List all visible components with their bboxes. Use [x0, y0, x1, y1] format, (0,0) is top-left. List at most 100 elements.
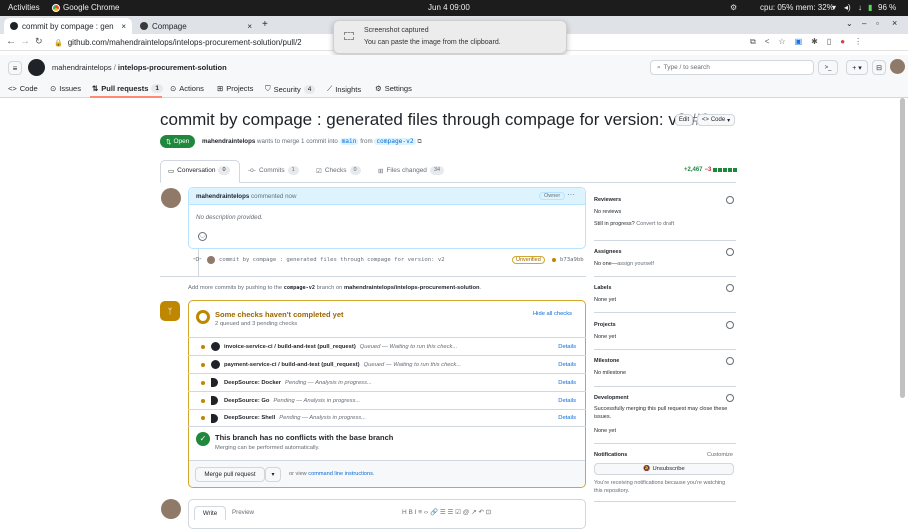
labels-gear-icon[interactable] [726, 284, 734, 292]
write-tab[interactable]: Write [194, 506, 226, 520]
add-reaction-icon[interactable]: ◡ [198, 232, 207, 241]
comment-avatar[interactable] [161, 188, 181, 208]
unverified-badge[interactable]: Unverified [512, 256, 545, 264]
preview-tab[interactable]: Preview [232, 509, 254, 516]
actions-icon: ⊙ [170, 84, 177, 93]
copy-icon[interactable]: ⧉ [417, 138, 421, 145]
cli-instructions-link[interactable]: command line instructions [308, 471, 373, 477]
puzzle-icon[interactable]: ✱ [811, 37, 818, 47]
wifi-icon[interactable]: ▾ [832, 3, 836, 12]
reload-icon[interactable]: ↻ [35, 36, 43, 47]
github-logo-icon[interactable] [28, 59, 45, 76]
tab-search-icon[interactable]: ⌄ [846, 19, 853, 28]
customize-link[interactable]: Customize [707, 452, 733, 458]
pr-author[interactable]: mahendraintelops [202, 138, 255, 145]
comment-author[interactable]: mahendraintelops [196, 193, 249, 200]
merge-options-dropdown[interactable]: ▾ [265, 467, 281, 482]
search-input[interactable]: ⌕ Type / to search [650, 60, 814, 75]
tab-code[interactable]: <> Code [8, 84, 38, 93]
profile-avatar[interactable]: ● [840, 37, 845, 47]
clock[interactable]: Jun 4 09:00 [428, 3, 470, 12]
activities-button[interactable]: Activities [8, 3, 40, 12]
battery-icon[interactable]: ▮ [868, 3, 872, 12]
editor-toolbar[interactable]: H B I ≡ ‹› 🔗 ☰ ☰ ☑ @ ↗ ↶ ⊡ [402, 508, 491, 516]
tab-conversation[interactable]: ▭ Conversation 0 [168, 166, 230, 175]
open-in-app-icon[interactable]: ⧉ [750, 37, 756, 47]
command-palette-icon[interactable]: >_ [818, 60, 838, 75]
base-branch[interactable]: main [339, 138, 359, 145]
back-icon[interactable]: ← [6, 36, 16, 47]
head-branch[interactable]: compage-v2 [374, 138, 416, 145]
close-window-icon[interactable]: × [892, 18, 897, 28]
commit-sha[interactable]: b73a9bb [560, 257, 584, 263]
reviewers-gear-icon[interactable] [726, 196, 734, 204]
breadcrumb-repo[interactable]: intelops-procurement-solution [118, 63, 227, 72]
check-details-link[interactable]: Details [558, 380, 576, 386]
merge-pull-request-button[interactable]: Merge pull request [195, 467, 265, 482]
development-gear-icon[interactable] [726, 394, 734, 402]
tab-settings[interactable]: ⚙ Settings [375, 84, 412, 93]
projects-heading[interactable]: Projects [594, 322, 616, 328]
tab-projects[interactable]: ⊞ Projects [217, 84, 253, 93]
merge-summary: mahendraintelops wants to merge 1 commit… [202, 138, 422, 146]
check-details-link[interactable]: Details [558, 415, 576, 421]
new-tab-button[interactable]: + [262, 19, 268, 30]
tab-pull-requests[interactable]: ⇅ Pull requests 1 [92, 84, 164, 93]
tab-close-icon[interactable]: × [121, 22, 126, 31]
check-details-link[interactable]: Details [558, 344, 576, 350]
development-heading[interactable]: Development [594, 395, 629, 401]
tab-close-icon[interactable]: × [247, 22, 252, 31]
comment-more-button[interactable]: ··· [567, 190, 575, 199]
commit-author-avatar[interactable] [207, 256, 215, 264]
breadcrumb-owner[interactable]: mahendraintelops [52, 63, 112, 72]
restore-icon[interactable]: ▫ [876, 19, 879, 28]
unsubscribe-button[interactable]: 🔕 Unsubscribe [594, 463, 734, 475]
tab-commits[interactable]: -o- Commits 1 [248, 166, 299, 175]
tab-insights[interactable]: ⟋ Insights [327, 84, 361, 94]
tab-actions[interactable]: ⊙ Actions [170, 84, 204, 93]
mic-icon[interactable]: ↓ [858, 3, 862, 12]
hamburger-menu-icon[interactable]: ≡ [8, 61, 22, 75]
extension-icon[interactable]: ▣ [795, 37, 803, 47]
bookmark-star-icon[interactable]: ☆ [778, 37, 785, 47]
comment-time[interactable]: commented now [251, 193, 296, 200]
chrome-menu-icon[interactable]: ⋮ [854, 37, 862, 47]
hide-all-checks-link[interactable]: Hide all checks [533, 311, 572, 317]
create-new-button[interactable]: + ▾ [846, 60, 868, 75]
share-icon[interactable]: < [765, 37, 770, 47]
screenshot-notification[interactable]: Screenshot captured You can paste the im… [333, 20, 567, 54]
tab-files-changed[interactable]: ⊞ Files changed 34 [378, 166, 445, 175]
code-dropdown-button[interactable]: <> Code ▾ [697, 114, 735, 126]
browser-tab-active[interactable]: commit by compage : gen × [4, 18, 132, 34]
labels-heading[interactable]: Labels [594, 285, 611, 291]
page-scrollbar[interactable] [900, 98, 905, 398]
assignees-heading[interactable]: Assignees [594, 249, 622, 255]
hint-repo[interactable]: mahendraintelops/intelops-procurement-so… [344, 285, 480, 291]
tab-security[interactable]: ⛉ Security 4 [265, 84, 316, 94]
minimize-icon[interactable]: – [862, 19, 866, 28]
volume-icon[interactable]: ◂) [844, 3, 851, 12]
commit-status-dot[interactable] [552, 258, 556, 262]
edit-title-button[interactable]: Edit [675, 114, 693, 126]
check-details-link[interactable]: Details [558, 362, 576, 368]
app-menu[interactable]: Google Chrome [52, 3, 119, 12]
milestone-heading[interactable]: Milestone [594, 358, 619, 364]
browser-tab-compage[interactable]: Compage × [134, 18, 258, 34]
projects-gear-icon[interactable] [726, 321, 734, 329]
milestone-gear-icon[interactable] [726, 357, 734, 365]
convert-to-draft-link[interactable]: Convert to draft [636, 221, 674, 227]
assign-yourself-link[interactable]: assign yourself [617, 261, 654, 267]
inbox-icon[interactable]: ⊟ [872, 60, 886, 75]
commit-message[interactable]: commit by compage : generated files thro… [219, 257, 445, 263]
or-view-text: or view [289, 471, 307, 477]
editor-avatar[interactable] [161, 499, 181, 519]
forward-icon[interactable]: → [20, 36, 30, 47]
assignees-gear-icon[interactable] [726, 248, 734, 256]
check-details-link[interactable]: Details [558, 398, 576, 404]
user-avatar[interactable] [890, 59, 905, 74]
assignees-none: No one— [594, 261, 618, 267]
sidepanel-icon[interactable]: ▯ [827, 37, 831, 47]
tab-issues[interactable]: ⊙ Issues [50, 84, 81, 93]
tab-checks[interactable]: ☑ Checks 0 [316, 166, 361, 175]
reviewers-heading[interactable]: Reviewers [594, 197, 621, 203]
